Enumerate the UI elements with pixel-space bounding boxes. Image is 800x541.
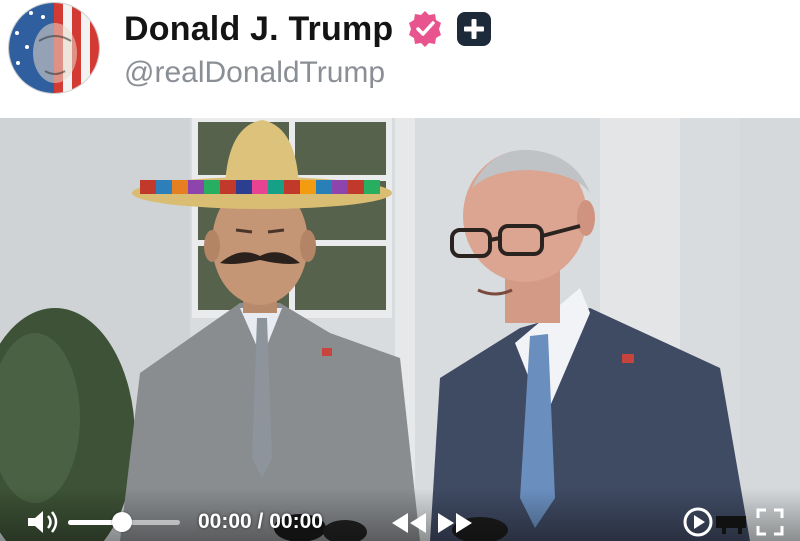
plus-icon[interactable]: [455, 10, 493, 48]
time-display: 00:00 / 00:00: [198, 510, 323, 533]
avatar[interactable]: [8, 2, 100, 94]
volume-knob[interactable]: [112, 512, 132, 532]
volume-icon[interactable]: [24, 508, 64, 536]
post-header: Donald J. Trump @realDonaldTrump: [0, 0, 800, 118]
rewind-icon[interactable]: [386, 510, 432, 536]
video-player[interactable]: 00:00 / 00:00: [0, 118, 800, 541]
video-controls: 00:00 / 00:00: [0, 488, 800, 541]
forward-icon[interactable]: [432, 510, 478, 536]
cast-icon[interactable]: [712, 510, 752, 536]
verified-badge-icon: [409, 11, 442, 47]
author-row: Donald J. Trump: [124, 6, 493, 52]
volume-slider[interactable]: [68, 512, 180, 532]
author-name[interactable]: Donald J. Trump: [124, 10, 393, 49]
author-handle[interactable]: @realDonaldTrump: [124, 56, 385, 90]
video-frame: [0, 118, 800, 541]
flag-portrait-icon: [9, 3, 99, 93]
fullscreen-icon[interactable]: [756, 508, 784, 536]
